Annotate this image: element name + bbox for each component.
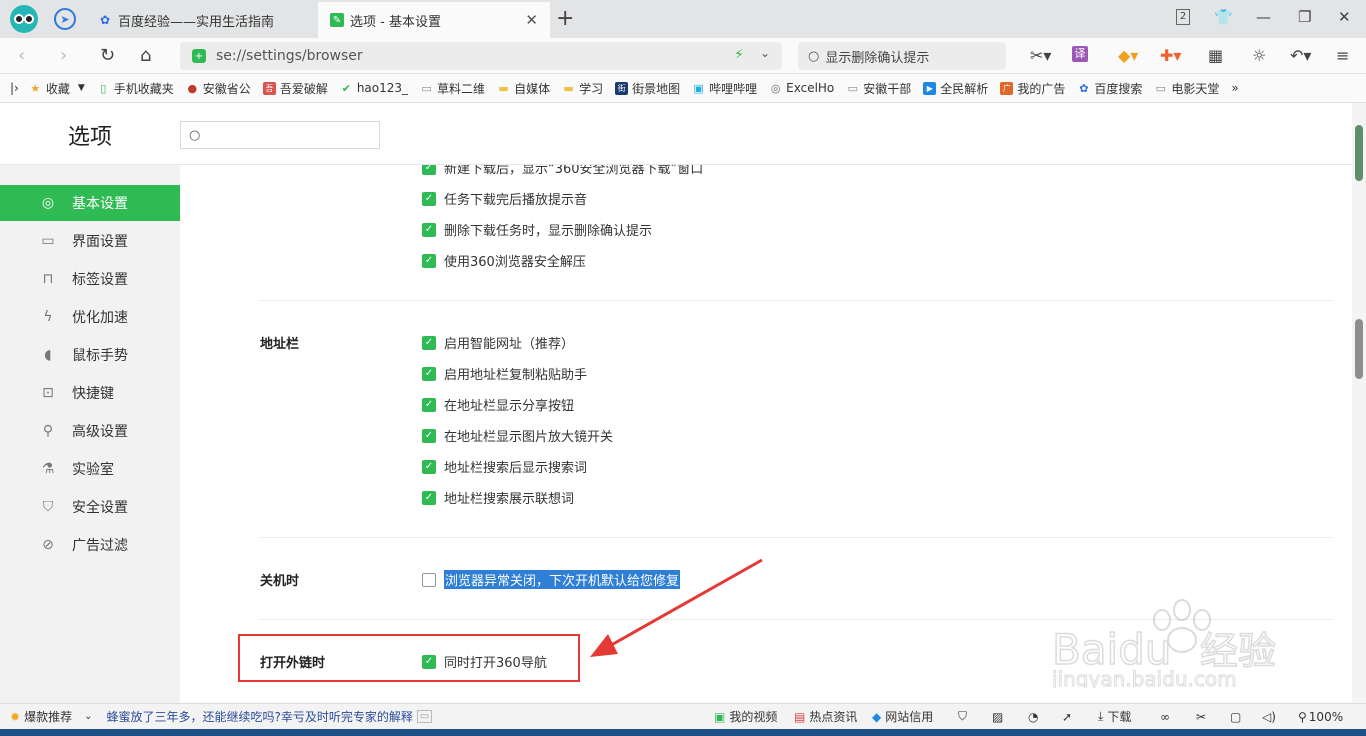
annotation-arrow bbox=[590, 558, 763, 657]
